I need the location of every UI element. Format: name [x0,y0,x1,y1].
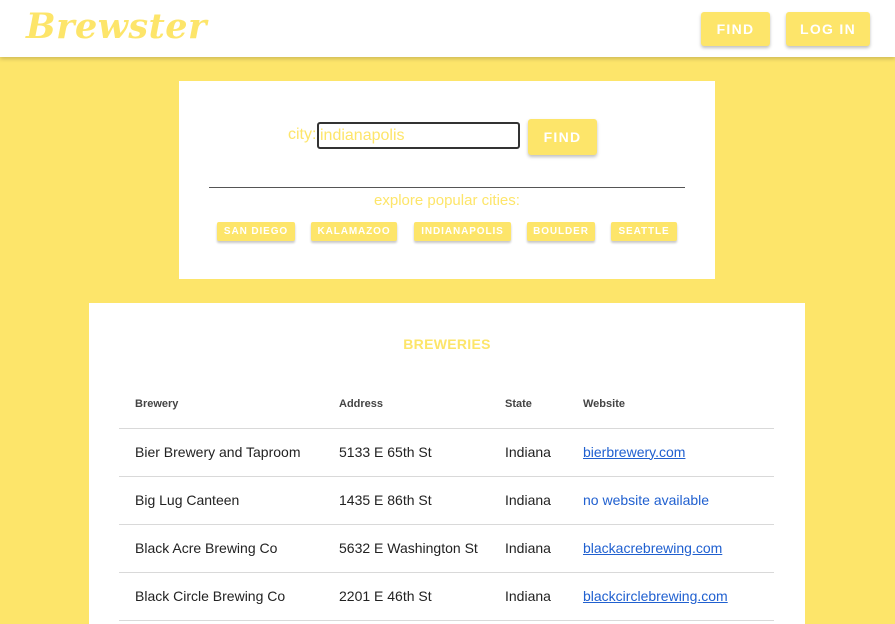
login-button[interactable]: LOG IN [786,12,870,46]
explore-popular-cities-label: explore popular cities: [374,192,520,209]
address-cell: 2201 E 46th St [323,572,489,621]
website-link[interactable]: blackcirclebrewing.com [583,588,728,604]
brewery-name-cell: Bier Brewery and Taproom [119,428,323,477]
state-cell: Indiana [489,428,567,477]
website-link[interactable]: bierbrewery.com [583,444,685,460]
table-row: Bier Brewery and Taproom 5133 E 65th St … [119,428,774,477]
city-chip-seattle[interactable]: SEATTLE [611,222,677,241]
address-cell: 1435 E 86th St [323,476,489,525]
search-divider [209,187,685,188]
brewery-name-cell: Big Lug Canteen [119,476,323,525]
city-search-input[interactable] [317,122,520,149]
address-cell: 5133 E 65th St [323,428,489,477]
breweries-results-card: BREWERIES Brewery Address State Website … [89,303,805,624]
website-cell-no-website: no website available [567,476,774,525]
brewery-name-cell: Black Circle Brewing Co [119,572,323,621]
city-chip-san-diego[interactable]: SAN DIEGO [217,222,295,241]
column-header-address: Address [323,381,489,429]
breweries-heading: BREWERIES [403,336,491,352]
state-cell: Indiana [489,524,567,573]
column-header-brewery: Brewery [119,381,323,429]
city-label: city: [288,126,317,143]
website-cell: bierbrewery.com [567,428,774,477]
website-cell: blackcirclebrewing.com [567,572,774,621]
brewery-name-cell: Black Acre Brewing Co [119,524,323,573]
table-row: Black Circle Brewing Co 2201 E 46th St I… [119,572,774,621]
city-chip-indianapolis[interactable]: INDIANAPOLIS [414,222,511,241]
city-chip-boulder[interactable]: BOULDER [527,222,595,241]
top-navigation-bar: Brewster FIND LOG IN [0,0,895,57]
address-cell: 5632 E Washington St [323,524,489,573]
breweries-table: Brewery Address State Website Bier Brewe… [119,381,774,621]
website-link[interactable]: blackacrebrewing.com [583,540,722,556]
brewster-logo[interactable]: Brewster [26,6,207,47]
find-button[interactable]: FIND [528,119,597,155]
state-cell: Indiana [489,572,567,621]
column-header-state: State [489,381,567,429]
city-chip-kalamazoo[interactable]: KALAMAZOO [311,222,397,241]
nav-find-button[interactable]: FIND [701,12,770,46]
state-cell: Indiana [489,476,567,525]
table-header-row: Brewery Address State Website [119,381,774,429]
search-card: city: FIND explore popular cities: SAN D… [179,81,715,279]
table-row: Black Acre Brewing Co 5632 E Washington … [119,524,774,573]
table-row: Big Lug Canteen 1435 E 86th St Indiana n… [119,476,774,525]
website-cell: blackacrebrewing.com [567,524,774,573]
column-header-website: Website [567,381,774,429]
